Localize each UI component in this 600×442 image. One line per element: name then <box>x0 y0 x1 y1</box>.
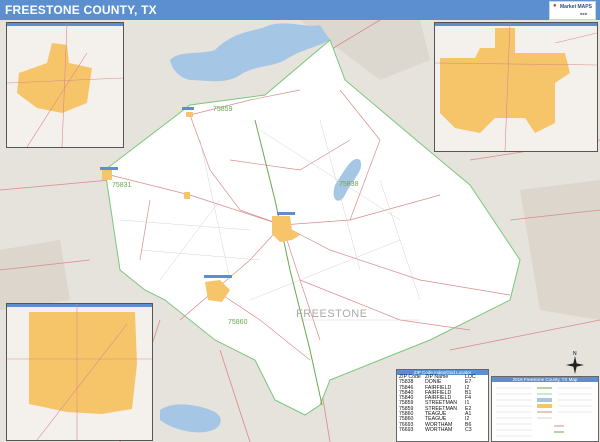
inset-city-fill <box>17 43 92 113</box>
zip-label-75860: 75860 <box>228 319 248 326</box>
inset-city-fill <box>440 28 570 133</box>
terrain-patch <box>0 240 70 310</box>
city-tag <box>204 275 232 278</box>
map-area[interactable]: N FREESTONE 75859 75831 75838 75860 ZIP … <box>0 20 600 442</box>
map-legend: 2016 Freestone County, TX Map <box>491 376 599 442</box>
inset-map-teague[interactable] <box>6 303 153 441</box>
table-row: 76693 WORTHAM C3 <box>397 426 488 433</box>
county-label: FREESTONE <box>296 308 368 320</box>
zip-label-75831: 75831 <box>112 182 132 189</box>
inset-map-fairfield[interactable] <box>434 22 598 152</box>
city-kirvin <box>184 192 190 199</box>
inset-fairfield-svg <box>435 23 597 151</box>
zip-label-75838: 75838 <box>339 181 359 188</box>
zip-index-table: ZIP Code Index/Grid Locator ZIP Code ZIP… <box>396 369 489 442</box>
city-tag <box>182 107 194 110</box>
inset-map-wortham[interactable] <box>6 22 124 148</box>
title-bar: FREESTONE COUNTY, TX ● Market MAPS ■■■ <box>0 0 600 20</box>
inset-city-fill <box>29 312 137 414</box>
zip-label-75859: 75859 <box>213 106 233 113</box>
logo-text: Market MAPS <box>560 4 592 10</box>
map-title: FREESTONE COUNTY, TX <box>5 3 157 17</box>
city-tag <box>100 167 118 170</box>
cell-zip: 76693 <box>399 426 414 433</box>
city-wortham <box>102 170 112 180</box>
publisher-logo: ● Market MAPS ■■■ <box>549 1 596 20</box>
cell-loc: C3 <box>465 426 472 433</box>
cell-name: WORTHAM <box>425 426 453 433</box>
city-tag <box>277 212 295 215</box>
legend-symbols <box>496 387 592 437</box>
inset-wortham-svg <box>7 23 123 147</box>
svg-text:N: N <box>573 351 577 357</box>
inset-teague-svg <box>7 304 152 440</box>
city-streetman <box>186 112 193 117</box>
